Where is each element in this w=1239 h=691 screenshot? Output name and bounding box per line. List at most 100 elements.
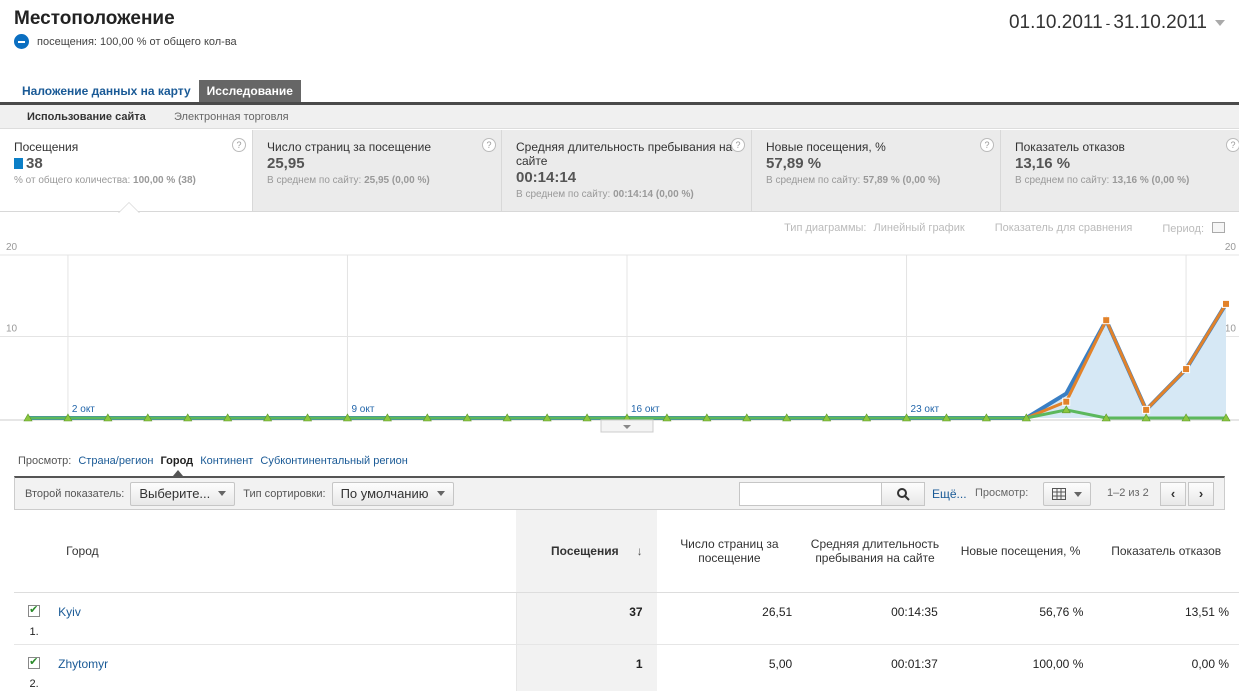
line-chart: 101020202 окт9 окт16 окт23 окт30 окт	[0, 242, 1239, 433]
header-visits[interactable]: Посещения ↓	[516, 510, 657, 593]
chevron-down-icon	[1074, 491, 1082, 497]
y-tick-label-right: 10	[1225, 324, 1237, 335]
dimension-subcontinent[interactable]: Субконтинентальный регион	[260, 455, 407, 467]
dimension-country[interactable]: Страна/регион	[78, 455, 153, 467]
city-link[interactable]: Zhytomyr	[54, 657, 108, 671]
calendar-icon[interactable]	[1212, 222, 1225, 233]
duration-cell: 00:14:35	[802, 592, 948, 645]
grid-icon	[1052, 488, 1066, 500]
metric-new-visits[interactable]: Новые посещения, % 57,89 % В среднем по …	[752, 130, 1001, 211]
visits-cell: 37	[515, 592, 657, 645]
compare-metric-control[interactable]: Показатель для сравнения	[995, 222, 1133, 235]
bounce-cell: 0,00 %	[1093, 644, 1239, 691]
chart-options: Тип диаграммы: Линейный график Показател…	[754, 222, 1225, 235]
dimension-label: Просмотр:	[18, 455, 72, 467]
header-pages-per-visit[interactable]: Число страниц за посещение	[656, 510, 803, 593]
metric-bounce-rate[interactable]: Показатель отказов 13,16 % В среднем по …	[1001, 130, 1239, 211]
bounce-cell: 13,51 %	[1093, 592, 1239, 645]
date-start: 01.10.2011	[1008, 12, 1103, 33]
header-avg-duration[interactable]: Средняя длительность пребывания на сайте	[802, 510, 948, 593]
chevron-down-icon[interactable]	[1215, 20, 1225, 26]
x-tick-label: 23 окт	[911, 404, 940, 415]
pages-cell: 5,00	[656, 644, 803, 691]
y-tick-label-right: 20	[1225, 242, 1237, 253]
row-number: 1.	[29, 625, 39, 638]
pagination-info: 1–2 из 2	[1107, 487, 1149, 499]
metric-title: Показатель отказов	[1015, 140, 1125, 154]
data-point	[1062, 397, 1071, 406]
metric-avg-duration[interactable]: Средняя длительность пребывания на сайте…	[502, 130, 752, 211]
metric-subtitle: В среднем по сайту: 13,16 % (0,00 %)	[1015, 175, 1190, 186]
x-tick-label: 2 окт	[72, 404, 95, 415]
prev-page-button[interactable]: ‹	[1160, 482, 1186, 506]
data-point	[1182, 365, 1191, 374]
row-checkbox[interactable]	[28, 603, 41, 617]
header-bounce-rate[interactable]: Показатель отказов	[1093, 510, 1239, 593]
secondary-dimension-label: Второй показатель:	[25, 487, 125, 500]
table-row: 1. Kyiv 37 26,51 00:14:35 56,76 % 13,51 …	[14, 592, 1239, 645]
segment-label: посещения: 100,00 % от общего кол-ва	[37, 35, 237, 48]
help-icon[interactable]: ?	[232, 138, 246, 152]
table-row: 2. Zhytomyr 1 5,00 00:01:37 100,00 % 0,0…	[14, 644, 1239, 691]
segment-remove-icon[interactable]	[14, 34, 29, 49]
city-link[interactable]: Kyiv	[54, 605, 81, 619]
sub-tabs: Использование сайта Электронная торговля	[0, 105, 1239, 129]
metric-visits[interactable]: Посещения 38 % от общего количества: 100…	[0, 130, 253, 211]
tab-map-overlay[interactable]: Наложение данных на карту	[14, 80, 199, 102]
help-icon[interactable]: ?	[731, 138, 745, 152]
metric-scorecards: Посещения 38 % от общего количества: 100…	[0, 130, 1239, 212]
metric-value: 57,89 %	[766, 155, 822, 172]
help-icon[interactable]: ?	[482, 138, 496, 152]
segment-info[interactable]: посещения: 100,00 % от общего кол-ва	[14, 34, 237, 49]
tab-ecommerce[interactable]: Электронная торговля	[174, 111, 289, 123]
metric-title: Средняя длительность пребывания на сайте	[516, 140, 733, 168]
more-link[interactable]: Ещё...	[932, 487, 967, 501]
help-icon[interactable]: ?	[980, 138, 994, 152]
metric-subtitle: В среднем по сайту: 57,89 % (0,00 %)	[766, 175, 941, 186]
dimension-selector: Просмотр: Страна/регион Город Континент …	[18, 455, 412, 467]
header-checkbox-col	[14, 510, 55, 593]
x-tick-label: 16 окт	[631, 404, 660, 415]
search-button[interactable]	[881, 482, 925, 506]
new-visits-cell: 56,76 %	[947, 592, 1094, 645]
header-new-visits[interactable]: Новые посещения, %	[947, 510, 1094, 593]
view-type-dropdown[interactable]	[1043, 482, 1091, 506]
date-separator: -	[1105, 15, 1111, 31]
row-number: 2.	[29, 677, 39, 690]
y-tick-label: 20	[6, 242, 18, 253]
tab-explorer[interactable]: Исследование	[198, 80, 301, 102]
metric-value: 00:14:14	[516, 169, 577, 186]
series-color-swatch	[14, 158, 23, 169]
pages-cell: 26,51	[656, 592, 803, 645]
date-range-picker[interactable]: 01.10.2011 - 31.10.2011	[1009, 12, 1225, 34]
row-select: 2.	[14, 644, 55, 691]
metric-subtitle: В среднем по сайту: 00:14:14 (0,00 %)	[516, 189, 694, 200]
tab-site-usage[interactable]: Использование сайта	[27, 111, 146, 123]
visits-cell: 1	[515, 644, 657, 691]
data-point	[1222, 299, 1230, 308]
metric-value: 13,16 %	[1015, 155, 1071, 172]
header-city[interactable]: Город	[54, 510, 517, 593]
metric-title: Посещения	[14, 140, 79, 154]
sort-type-dropdown[interactable]: По умолчанию	[331, 481, 454, 506]
help-icon[interactable]: ?	[1226, 138, 1239, 152]
metric-pages-per-visit[interactable]: Число страниц за посещение 25,95 В средн…	[253, 130, 502, 211]
chart-type-control[interactable]: Тип диаграммы: Линейный график	[784, 222, 965, 235]
selected-metric-pointer	[118, 202, 140, 213]
sort-desc-icon: ↓	[636, 543, 643, 558]
metric-value: 38	[14, 155, 242, 172]
period-control[interactable]: Период:	[1162, 222, 1225, 235]
dimension-continent[interactable]: Континент	[200, 455, 253, 467]
row-checkbox[interactable]	[28, 655, 41, 669]
page-header: Местоположение посещения: 100,00 % от об…	[14, 8, 237, 49]
secondary-dimension-dropdown[interactable]: Выберите...	[130, 481, 236, 506]
dimension-city[interactable]: Город	[160, 455, 193, 467]
view-label: Просмотр:	[975, 487, 1029, 499]
table-header-row: Город Посещения ↓ Число страниц за посеще…	[14, 510, 1239, 593]
chevron-down-icon	[436, 491, 445, 496]
next-page-button[interactable]: ›	[1188, 482, 1214, 506]
metric-value: 25,95	[267, 155, 305, 172]
page-title: Местоположение	[14, 8, 175, 29]
table-toolbar: Второй показатель: Выберите... Тип сорти…	[14, 476, 1225, 510]
city-cell: Zhytomyr	[54, 644, 517, 691]
